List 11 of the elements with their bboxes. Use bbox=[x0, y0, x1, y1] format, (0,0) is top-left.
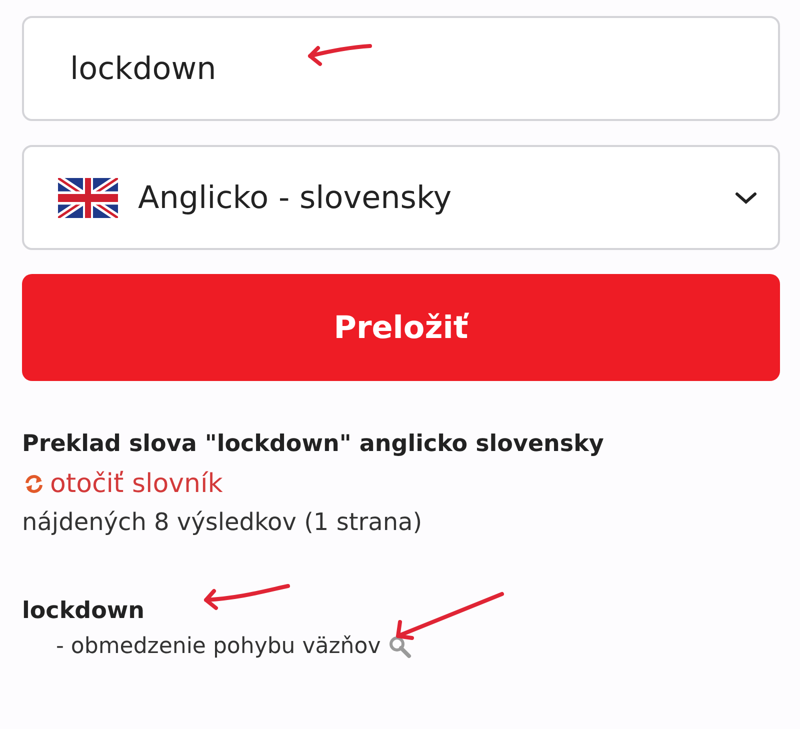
swap-dictionary-link[interactable]: otočiť slovník bbox=[22, 469, 223, 499]
search-field[interactable]: lockdown bbox=[22, 16, 780, 121]
result-count: nájdených 8 výsledkov (1 strana) bbox=[22, 508, 424, 536]
entry-term: lockdown bbox=[22, 598, 146, 624]
translation-text: - obmedzenie pohybu väzňov bbox=[56, 634, 381, 659]
result-heading: Preklad slova "lockdown" anglicko slovensky bbox=[22, 431, 605, 457]
flag-icon bbox=[58, 178, 118, 218]
language-select[interactable]: Anglicko - slovensky bbox=[22, 145, 780, 250]
chevron-down-icon bbox=[734, 190, 758, 204]
translate-button[interactable]: Preložiť bbox=[22, 274, 780, 381]
search-icon[interactable] bbox=[386, 634, 413, 658]
